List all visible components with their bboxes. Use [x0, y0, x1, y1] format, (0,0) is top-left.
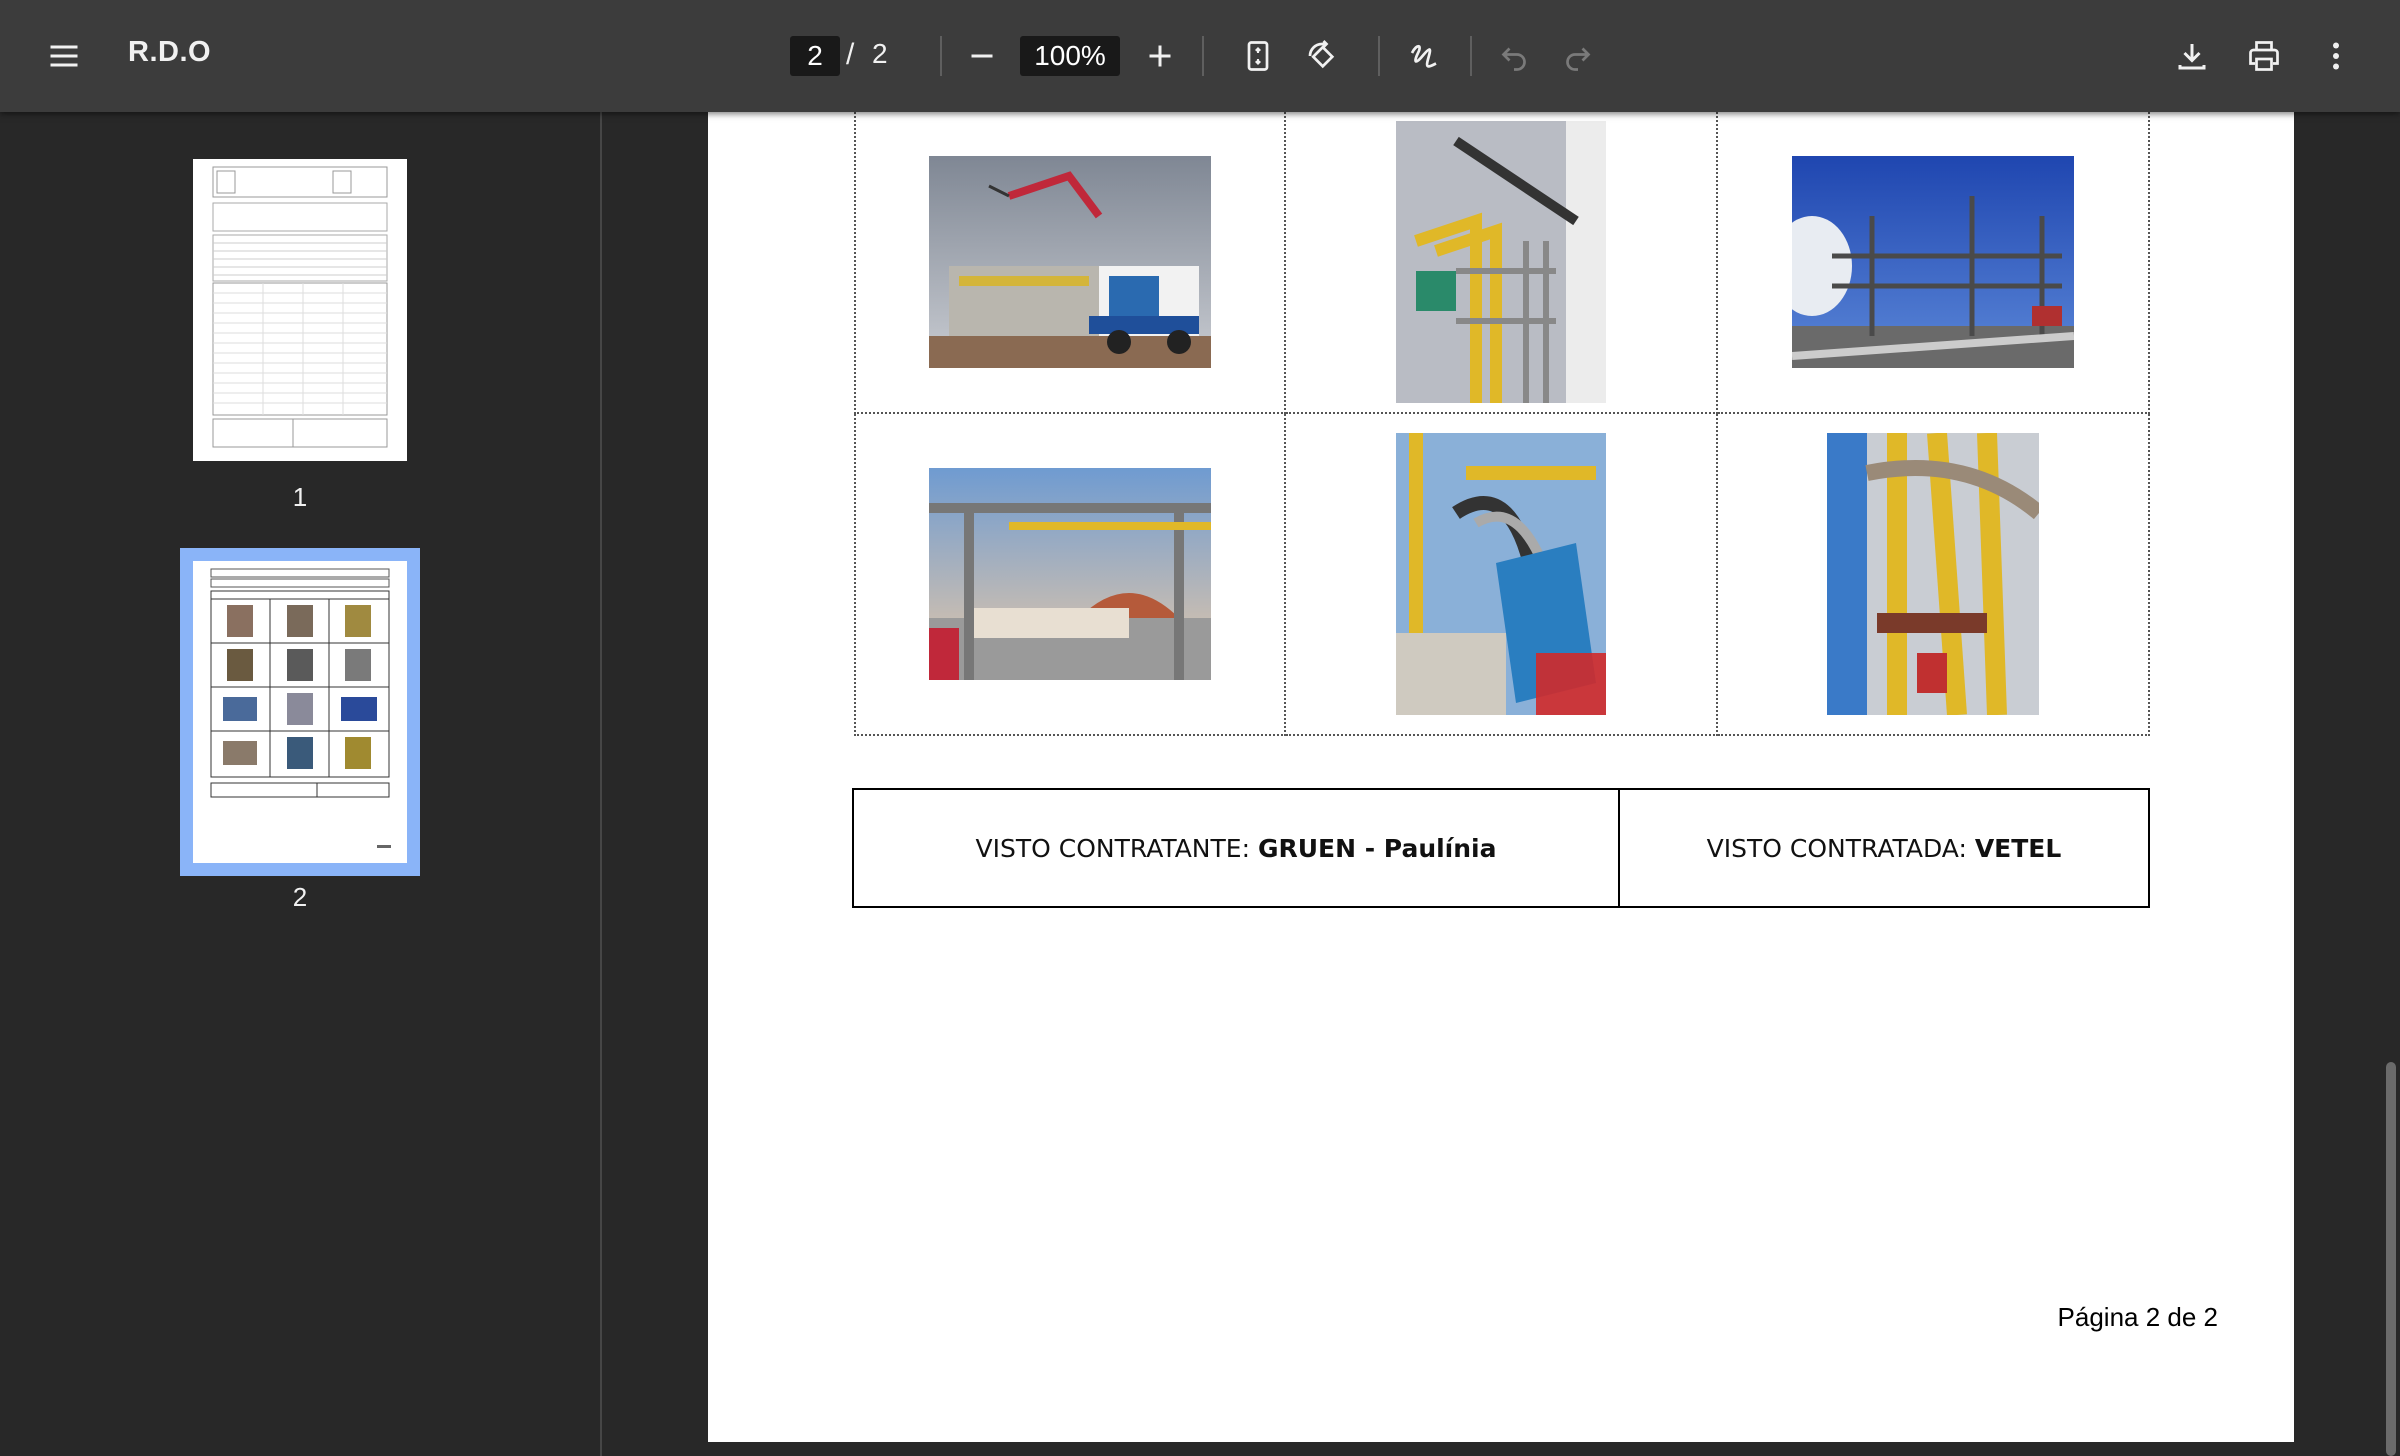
- zoom-out-icon[interactable]: [958, 32, 1006, 80]
- photo-cell: [1718, 414, 2150, 736]
- page-footer: Página 2 de 2: [2057, 1302, 2218, 1332]
- photo-blue-tarp-pipes: [1396, 433, 1606, 715]
- more-icon[interactable]: [2312, 32, 2360, 80]
- page-number-input[interactable]: 2: [790, 36, 840, 76]
- photo-grid: [854, 112, 2150, 738]
- fit-page-icon[interactable]: [1234, 32, 1282, 80]
- zoom-in-icon[interactable]: [1136, 32, 1184, 80]
- thumbnail-image: [193, 159, 407, 461]
- signature-table: VISTO CONTRATANTE: GRUEN - Paulínia VIST…: [852, 788, 2150, 908]
- document-viewer[interactable]: VISTO CONTRATANTE: GRUEN - Paulínia VIST…: [602, 112, 2400, 1456]
- thumbnail-label-1: 1: [292, 482, 308, 512]
- toolbar-divider: [940, 36, 942, 76]
- print-icon[interactable]: [2240, 32, 2288, 80]
- pdf-page: VISTO CONTRATANTE: GRUEN - Paulínia VIST…: [708, 112, 2294, 1442]
- menu-icon[interactable]: [40, 32, 88, 80]
- photo-cell: [1718, 112, 2150, 414]
- visto-contratada-cell: VISTO CONTRATADA: VETEL: [1620, 790, 2148, 906]
- photo-cell: [1286, 414, 1718, 736]
- zoom-input[interactable]: 100%: [1020, 36, 1120, 76]
- visto-contratante-cell: VISTO CONTRATANTE: GRUEN - Paulínia: [854, 790, 1620, 906]
- visto-contratante-value: GRUEN - Paulínia: [1257, 833, 1497, 863]
- draw-icon[interactable]: [1400, 32, 1448, 80]
- thumbnail-page-1[interactable]: [192, 158, 408, 462]
- undo-icon[interactable]: [1490, 32, 1538, 80]
- toolbar-divider: [1378, 36, 1380, 76]
- thumbnail-page-2[interactable]: [180, 548, 420, 876]
- photo-crane-truck: [929, 156, 1211, 368]
- document-title: R.D.O: [128, 36, 212, 68]
- photo-pipe-rack-yellow: [1396, 121, 1606, 403]
- photo-portal-frame: [929, 468, 1211, 680]
- thumbnail-image: [193, 561, 407, 863]
- pdf-toolbar: R.D.O 2 / 2 100%: [0, 0, 2400, 112]
- rotate-icon[interactable]: [1298, 32, 1346, 80]
- visto-contratante-label: VISTO CONTRATANTE:: [975, 833, 1258, 863]
- toolbar-divider: [1202, 36, 1204, 76]
- photo-yellow-pipes: [1827, 433, 2039, 715]
- download-icon[interactable]: [2168, 32, 2216, 80]
- scrollbar[interactable]: [2386, 1062, 2396, 1456]
- toolbar-divider: [1470, 36, 1472, 76]
- thumbnail-sidebar: 1 2: [0, 112, 602, 1456]
- photo-cell: [1286, 112, 1718, 414]
- page-total: 2: [872, 38, 888, 69]
- photo-cell: [854, 112, 1286, 414]
- photo-blue-sky-structure: [1792, 156, 2074, 368]
- visto-contratada-label: VISTO CONTRATADA:: [1706, 833, 1975, 863]
- visto-contratada-value: VETEL: [1974, 833, 2062, 863]
- page-separator: /: [846, 38, 855, 71]
- thumbnail-label-2: 2: [292, 882, 308, 912]
- redo-icon[interactable]: [1554, 32, 1602, 80]
- photo-cell: [854, 414, 1286, 736]
